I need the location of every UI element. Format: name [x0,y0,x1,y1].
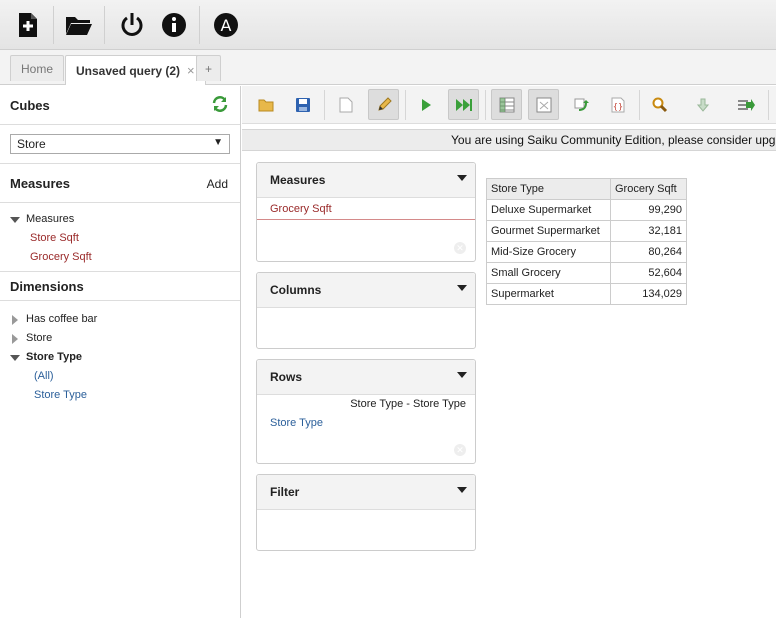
edit-pencil-icon[interactable] [368,89,399,120]
refresh-cubes-icon[interactable] [212,96,228,115]
new-query-icon[interactable] [12,9,44,41]
sidebar: Cubes Store ▼ Measures Add Measures Stor… [0,86,241,618]
dimension-store-type[interactable]: Store Type [10,348,240,367]
cell-value: 32,181 [610,220,687,242]
rows-hierarchy-label: Store Type - Store Type [350,398,466,410]
auto-run-icon[interactable] [448,89,479,120]
measures-tree: Measures Store Sqft Grocery Sqft [0,203,240,271]
panel-menu-icon[interactable] [457,372,467,378]
filter-panel: Filter [256,474,476,551]
cube-select[interactable]: Store ▼ [10,134,230,154]
add-measure-button[interactable]: Add [207,177,228,191]
query-toolbar: {} [242,86,776,124]
tab-bar: Home Unsaved query (2) × + [0,50,776,85]
selected-row-level[interactable]: Store Type [257,410,475,433]
measure-store-sqft[interactable]: Store Sqft [10,229,240,248]
table-row: Supermarket 134,029 [486,283,687,305]
chevron-down-icon: ▼ [213,137,223,148]
selected-measure[interactable]: Grocery Sqft [257,198,475,220]
dimensions-tree: Has coffee bar Store Store Type (All) St… [0,301,240,405]
save-icon[interactable] [287,89,318,120]
run-query-icon[interactable] [410,89,441,120]
dimension-has-coffee-bar[interactable]: Has coffee bar [10,310,240,329]
top-toolbar: A [0,0,776,50]
admin-icon[interactable]: A [210,9,242,41]
column-header[interactable]: Grocery Sqft [610,178,687,200]
measure-grocery-sqft[interactable]: Grocery Sqft [10,248,240,267]
new-document-icon[interactable] [330,89,361,120]
collapsed-icon [10,333,20,344]
zoom-icon[interactable] [644,89,675,120]
cell-value: 80,264 [610,241,687,263]
level-store-type[interactable]: Store Type [10,386,240,405]
measures-header: Measures Add [0,163,240,203]
svg-text:{}: {} [612,102,622,111]
rows-panel: Rows Store Type - Store Type Store Type … [256,359,476,464]
column-header[interactable]: Store Type [486,178,611,200]
new-tab-button[interactable]: + [196,55,222,81]
result-table: Store Type Grocery Sqft Deluxe Supermark… [486,178,687,305]
open-folder-icon[interactable] [250,89,281,120]
close-tab-icon[interactable]: × [187,63,195,78]
cubes-header: Cubes [0,86,240,125]
table-row: Mid-Size Grocery 80,264 [486,241,687,263]
collapsed-icon [10,314,20,325]
swap-axis-icon[interactable] [565,89,596,120]
level-all[interactable]: (All) [10,367,240,386]
about-icon[interactable] [158,9,190,41]
upgrade-notice: You are using Saiku Community Edition, p… [242,129,776,151]
row-header[interactable]: Deluxe Supermarket [486,199,611,221]
panel-menu-icon[interactable] [457,487,467,493]
row-header[interactable]: Supermarket [486,283,611,305]
panel-menu-icon[interactable] [457,285,467,291]
drill-down-icon[interactable] [687,89,718,120]
clear-axis-icon[interactable]: ✕ [454,444,466,456]
expanded-icon [10,353,20,363]
mdx-icon[interactable]: {} [602,89,633,120]
svg-text:A: A [221,16,232,35]
row-header[interactable]: Small Grocery [486,262,611,284]
dimension-store[interactable]: Store [10,329,240,348]
table-row: Gourmet Supermarket 32,181 [486,220,687,242]
clear-axis-icon[interactable]: ✕ [454,242,466,254]
toggle-sidebar-icon[interactable] [528,89,559,120]
tab-home[interactable]: Home [10,55,65,81]
row-header[interactable]: Mid-Size Grocery [486,241,611,263]
open-query-icon[interactable] [63,9,95,41]
cell-value: 99,290 [610,199,687,221]
logout-icon[interactable] [116,9,148,41]
measures-panel: Measures Grocery Sqft ✕ [256,162,476,262]
cell-value: 52,604 [610,262,687,284]
columns-panel: Columns [256,272,476,349]
panel-menu-icon[interactable] [457,175,467,181]
table-row: Deluxe Supermarket 99,290 [486,199,687,221]
measures-group[interactable]: Measures [10,210,240,229]
expanded-icon [10,215,20,225]
dimensions-header: Dimensions [0,271,240,301]
export-icon[interactable] [730,89,761,120]
toggle-fields-icon[interactable] [491,89,522,120]
row-header[interactable]: Gourmet Supermarket [486,220,611,242]
tab-unsaved-query[interactable]: Unsaved query (2) × [65,55,206,85]
table-row: Small Grocery 52,604 [486,262,687,284]
cell-value: 134,029 [610,283,687,305]
table-header-row: Store Type Grocery Sqft [486,178,687,200]
